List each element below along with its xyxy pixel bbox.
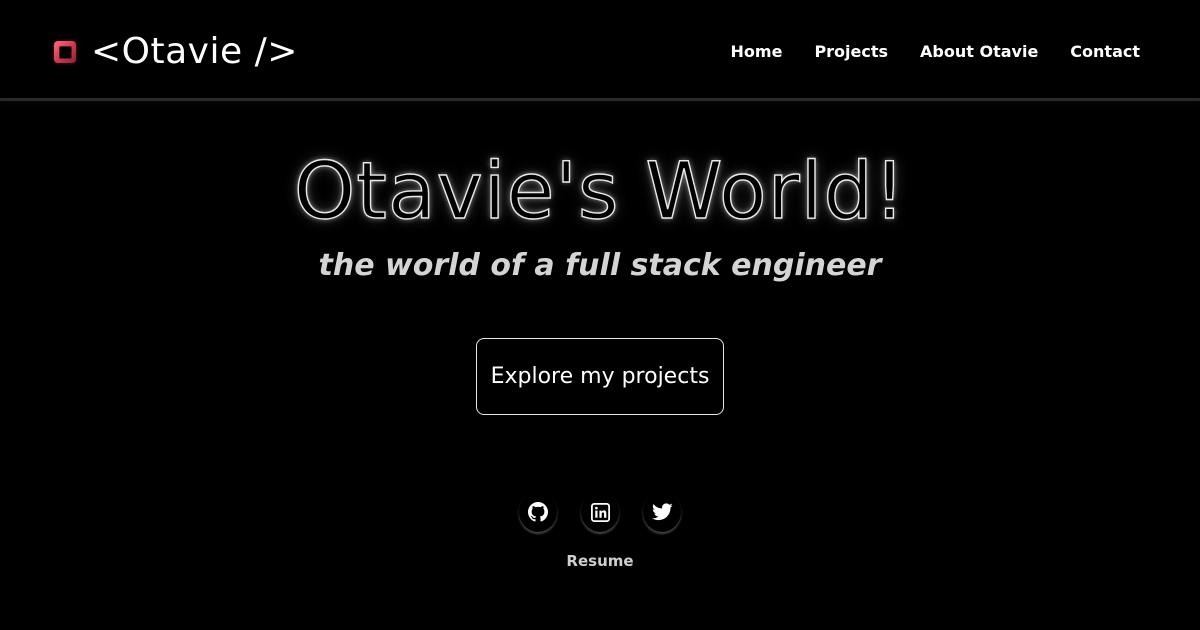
twitter-icon (651, 503, 673, 521)
social-links (0, 492, 1200, 532)
nav-link-contact[interactable]: Contact (1070, 38, 1140, 66)
nav-link-about[interactable]: About Otavie (920, 38, 1038, 66)
page: <Otavie /> Home Projects About Otavie Co… (0, 0, 1200, 630)
explore-projects-button[interactable]: Explore my projects (476, 338, 724, 415)
hero-subtitle: the world of a full stack engineer (318, 248, 882, 283)
linkedin-icon (590, 502, 610, 522)
nav-link-projects[interactable]: Projects (814, 38, 888, 66)
github-link[interactable] (519, 492, 557, 532)
github-icon (528, 502, 548, 522)
hero-title: Otavie's World! (293, 146, 907, 237)
app-square-icon (54, 41, 76, 63)
logo-mark-inner (58, 45, 72, 59)
linkedin-link[interactable] (581, 492, 619, 532)
nav-link-home[interactable]: Home (731, 38, 783, 66)
twitter-link[interactable] (643, 492, 681, 532)
brand-logo-link[interactable]: <Otavie /> (54, 30, 298, 74)
resume-link-wrapper: Resume (0, 550, 1200, 572)
main-nav: Home Projects About Otavie Contact (731, 38, 1140, 66)
brand-title: <Otavie /> (91, 31, 298, 72)
site-header: <Otavie /> Home Projects About Otavie Co… (0, 0, 1200, 101)
resume-link[interactable]: Resume (566, 552, 633, 570)
